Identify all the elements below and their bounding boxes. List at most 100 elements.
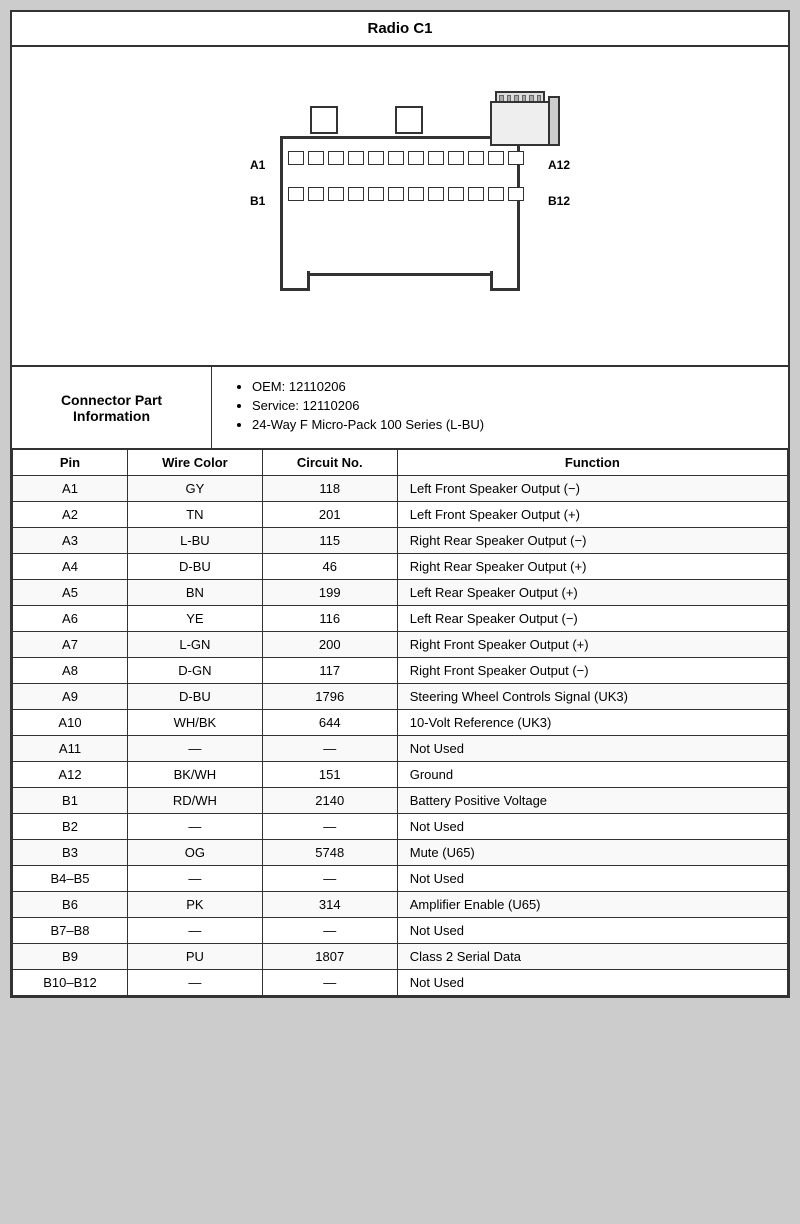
function-cell: Right Front Speaker Output (−) [397, 658, 787, 684]
cell: D-BU [128, 554, 263, 580]
cell: B6 [13, 892, 128, 918]
pin-cell [448, 187, 464, 201]
label-a12: A12 [548, 158, 570, 172]
cell: B7–B8 [13, 918, 128, 944]
table-row: B10–B12——Not Used [13, 970, 788, 996]
pin-cell [288, 187, 304, 201]
cell: BK/WH [128, 762, 263, 788]
cell: B9 [13, 944, 128, 970]
pin-cell [348, 187, 364, 201]
cell: YE [128, 606, 263, 632]
function-cell: Class 2 Serial Data [397, 944, 787, 970]
cell: — [128, 866, 263, 892]
cell: — [128, 918, 263, 944]
function-cell: Amplifier Enable (U65) [397, 892, 787, 918]
col-header-pin: Pin [13, 450, 128, 476]
pin-cell [488, 187, 504, 201]
cell: 115 [262, 528, 397, 554]
cell: 1807 [262, 944, 397, 970]
cell: 116 [262, 606, 397, 632]
cell: 200 [262, 632, 397, 658]
main-container: Radio C1 [10, 10, 790, 998]
connector-info-list: OEM: 12110206 Service: 12110206 24-Way F… [232, 379, 768, 432]
cell: 5748 [262, 840, 397, 866]
pin-cell [368, 151, 384, 165]
connector-foot-right [490, 271, 520, 291]
function-cell: Right Rear Speaker Output (−) [397, 528, 787, 554]
table-row: A11——Not Used [13, 736, 788, 762]
cell: B3 [13, 840, 128, 866]
cell: — [262, 736, 397, 762]
page-title: Radio C1 [12, 12, 788, 47]
function-cell: Battery Positive Voltage [397, 788, 787, 814]
cell: 314 [262, 892, 397, 918]
pin-cell [308, 187, 324, 201]
label-a1: A1 [250, 158, 265, 172]
table-row: A2TN201Left Front Speaker Output (+) [13, 502, 788, 528]
pin-cell [388, 187, 404, 201]
cell: B4–B5 [13, 866, 128, 892]
mini-connector [480, 86, 560, 156]
cell: L-GN [128, 632, 263, 658]
table-row: B4–B5——Not Used [13, 866, 788, 892]
label-b12: B12 [548, 194, 570, 208]
cell: D-BU [128, 684, 263, 710]
col-header-wire-color: Wire Color [128, 450, 263, 476]
connector-tab-right [395, 106, 423, 134]
connector-diagram: A1 A12 B1 B12 [220, 76, 580, 336]
table-row: A3L-BU115Right Rear Speaker Output (−) [13, 528, 788, 554]
cell: — [262, 814, 397, 840]
table-row: A5BN199Left Rear Speaker Output (+) [13, 580, 788, 606]
pin-cell [288, 151, 304, 165]
cell: PK [128, 892, 263, 918]
function-cell: Not Used [397, 918, 787, 944]
cell: WH/BK [128, 710, 263, 736]
cell: — [128, 736, 263, 762]
pin-cell [468, 187, 484, 201]
pin-cell [328, 187, 344, 201]
cell: A8 [13, 658, 128, 684]
cell: A1 [13, 476, 128, 502]
cell: 117 [262, 658, 397, 684]
cell: 151 [262, 762, 397, 788]
pin-cell [348, 151, 364, 165]
cell: A11 [13, 736, 128, 762]
function-cell: Not Used [397, 814, 787, 840]
pin-cell [328, 151, 344, 165]
cell: TN [128, 502, 263, 528]
function-cell: Left Front Speaker Output (−) [397, 476, 787, 502]
table-row: B6PK314Amplifier Enable (U65) [13, 892, 788, 918]
pin-cell [508, 187, 524, 201]
cell: 118 [262, 476, 397, 502]
cell: A5 [13, 580, 128, 606]
cell: — [128, 970, 263, 996]
function-cell: Steering Wheel Controls Signal (UK3) [397, 684, 787, 710]
pin-cell [428, 187, 444, 201]
table-row: B2——Not Used [13, 814, 788, 840]
function-cell: Ground [397, 762, 787, 788]
cell: A9 [13, 684, 128, 710]
function-cell: Not Used [397, 866, 787, 892]
cell: — [128, 814, 263, 840]
cell: 2140 [262, 788, 397, 814]
pin-table: Pin Wire Color Circuit No. Function A1GY… [12, 449, 788, 996]
function-cell: Right Rear Speaker Output (+) [397, 554, 787, 580]
table-row: A10WH/BK64410-Volt Reference (UK3) [13, 710, 788, 736]
cell: 46 [262, 554, 397, 580]
table-row: B3OG5748Mute (U65) [13, 840, 788, 866]
cell: A12 [13, 762, 128, 788]
pin-cell [308, 151, 324, 165]
table-row: A6YE116Left Rear Speaker Output (−) [13, 606, 788, 632]
cell: B1 [13, 788, 128, 814]
function-cell: Mute (U65) [397, 840, 787, 866]
function-cell: Not Used [397, 970, 787, 996]
pin-cell [448, 151, 464, 165]
cell: 201 [262, 502, 397, 528]
table-header-row: Pin Wire Color Circuit No. Function [13, 450, 788, 476]
cell: 1796 [262, 684, 397, 710]
cell: A6 [13, 606, 128, 632]
cell: A4 [13, 554, 128, 580]
table-row: A12BK/WH151Ground [13, 762, 788, 788]
pin-cell [408, 151, 424, 165]
function-cell: Left Front Speaker Output (+) [397, 502, 787, 528]
